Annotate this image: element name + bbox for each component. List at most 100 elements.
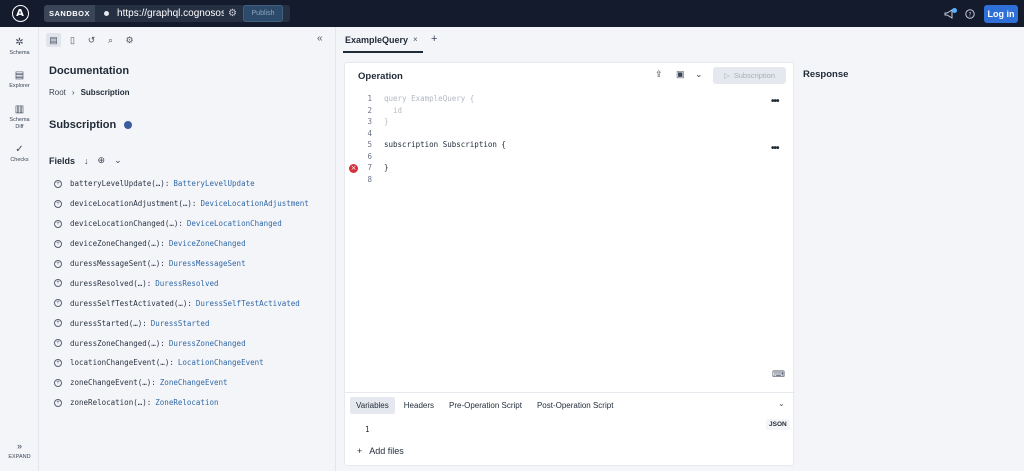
- field-item[interactable]: + locationChangeEvent(…): LocationChangeEv…: [54, 353, 334, 373]
- tab-pre-operation-script[interactable]: Pre-Operation Script: [443, 397, 528, 414]
- field-type[interactable]: DeviceLocationAdjustment: [200, 199, 308, 208]
- add-field-icon[interactable]: +: [54, 239, 62, 248]
- json-mode-badge[interactable]: JSON: [766, 419, 790, 430]
- schema-diff-icon: ▥: [14, 104, 25, 115]
- line-number: 4: [367, 128, 372, 138]
- chevron-down-icon[interactable]: ⌄: [695, 69, 703, 80]
- field-item[interactable]: + duressMessageSent(…): DuressMessageSent: [54, 254, 334, 274]
- add-field-icon[interactable]: +: [54, 339, 62, 348]
- expand-label: EXPAND: [8, 454, 31, 460]
- search-icon[interactable]: ⌕: [103, 33, 118, 47]
- field-type[interactable]: DuressStarted: [151, 319, 210, 328]
- editor-line: 5 subscription Subscription {: [345, 139, 795, 151]
- share-icon[interactable]: ⇪: [655, 69, 663, 80]
- field-type[interactable]: DeviceLocationChanged: [187, 219, 282, 228]
- add-tab-button[interactable]: +: [431, 33, 437, 45]
- field-type[interactable]: DuressSelfTestActivated: [196, 299, 300, 308]
- error-icon[interactable]: ×: [349, 164, 358, 173]
- tab-example-query[interactable]: ExampleQuery ×: [345, 35, 418, 45]
- field-item[interactable]: + duressStarted(…): DuressStarted: [54, 313, 334, 333]
- play-icon: ▷: [723, 71, 730, 80]
- code-text[interactable]: id: [372, 106, 402, 115]
- add-field-icon[interactable]: +: [54, 378, 62, 387]
- add-all-fields-icon[interactable]: ⊕: [98, 155, 106, 166]
- field-type[interactable]: DuressZoneChanged: [169, 339, 246, 348]
- docs-toolbar: ▤ ▯ ↺ ⌕ ⚙: [46, 33, 137, 47]
- save-icon[interactable]: ▣: [676, 69, 685, 80]
- docs-tab-icon[interactable]: ▤: [46, 33, 61, 47]
- history-icon[interactable]: ↺: [84, 33, 99, 47]
- line-number: 8: [367, 174, 372, 184]
- tab-variables[interactable]: Variables: [350, 397, 395, 414]
- code-editor[interactable]: 1 query ExampleQuery { 2 id 3} 4 5 subscri…: [345, 93, 795, 185]
- type-indicator-icon: [124, 121, 133, 129]
- chevron-down-icon[interactable]: ⌄: [114, 155, 122, 166]
- add-field-icon[interactable]: +: [54, 398, 62, 407]
- nav-schema-diff[interactable]: ▥ Schema Diff: [0, 104, 39, 131]
- expand-nav-button[interactable]: » EXPAND: [0, 441, 39, 460]
- add-field-icon[interactable]: +: [54, 199, 62, 208]
- field-type[interactable]: DuressMessageSent: [169, 259, 246, 268]
- field-type[interactable]: ZoneChangeEvent: [160, 378, 228, 387]
- endpoint-url-input[interactable]: https://graphql.cognosos: [117, 8, 224, 19]
- settings-icon[interactable]: ⚙: [122, 33, 137, 47]
- field-item[interactable]: + duressZoneChanged(…): DuressZoneChanged: [54, 333, 334, 353]
- collapse-panel-icon[interactable]: «: [317, 33, 323, 44]
- field-type[interactable]: ZoneRelocation: [155, 398, 218, 407]
- field-item[interactable]: + duressSelfTestActivated(…): DuressSelfTe…: [54, 293, 334, 313]
- schema-icon: ✲: [15, 37, 24, 48]
- field-type[interactable]: DuressResolved: [155, 279, 218, 288]
- add-field-icon[interactable]: +: [54, 319, 62, 328]
- run-subscription-button[interactable]: ▷ Subscription: [713, 67, 786, 84]
- bookmark-icon[interactable]: ▯: [65, 33, 80, 47]
- run-label: Subscription: [733, 71, 776, 80]
- nav-explorer[interactable]: ▤ Explorer: [0, 70, 39, 90]
- code-text[interactable]: query ExampleQuery {: [372, 94, 474, 103]
- field-item[interactable]: + deviceLocationAdjustment(…): DeviceLocat…: [54, 194, 334, 214]
- add-field-icon[interactable]: +: [54, 219, 62, 228]
- active-tab-indicator: [343, 51, 423, 53]
- field-item[interactable]: + zoneChangeEvent(…): ZoneChangeEvent: [54, 373, 334, 393]
- documentation-panel: ▤ ▯ ↺ ⌕ ⚙ « Documentation Root › Subscri…: [40, 27, 336, 471]
- collapse-variables-icon[interactable]: ⌄: [778, 399, 785, 408]
- editor-line: 7}: [345, 162, 795, 174]
- line-number: 5: [367, 140, 372, 150]
- field-item[interactable]: + zoneRelocation(…): ZoneRelocation: [54, 393, 334, 413]
- line-number: 6: [367, 151, 372, 161]
- add-field-icon[interactable]: +: [54, 179, 62, 188]
- add-field-icon[interactable]: +: [54, 358, 62, 367]
- breadcrumb-root[interactable]: Root: [49, 88, 66, 97]
- more-options-icon[interactable]: •••: [771, 96, 779, 107]
- sort-arrow-icon[interactable]: ↓: [84, 156, 89, 166]
- add-field-icon[interactable]: +: [54, 259, 62, 268]
- field-name: duressResolved(…):: [70, 278, 152, 288]
- add-field-icon[interactable]: +: [54, 299, 62, 308]
- field-item[interactable]: + batteryLevelUpdate(…): BatteryLevelUpdat…: [54, 174, 334, 194]
- tab-post-operation-script[interactable]: Post-Operation Script: [531, 397, 619, 414]
- more-options-icon[interactable]: •••: [771, 143, 779, 154]
- explorer-icon: ▤: [14, 70, 25, 81]
- publish-button[interactable]: Publish: [243, 5, 283, 22]
- tab-headers[interactable]: Headers: [398, 397, 440, 414]
- connection-status-icon: [104, 11, 110, 16]
- add-files-button[interactable]: + Add files: [357, 446, 404, 456]
- code-text[interactable]: }: [372, 117, 389, 126]
- apollo-logo[interactable]: A: [0, 0, 40, 27]
- field-type[interactable]: BatteryLevelUpdate: [173, 179, 254, 188]
- login-button[interactable]: Log in: [984, 5, 1018, 23]
- announcements-icon[interactable]: [942, 6, 957, 21]
- close-icon[interactable]: ×: [413, 35, 418, 45]
- prettify-icon[interactable]: ⌨: [772, 369, 785, 380]
- nav-checks[interactable]: ✓ Checks: [0, 144, 39, 164]
- help-icon[interactable]: ?: [962, 6, 977, 21]
- nav-schema[interactable]: ✲ Schema: [0, 37, 39, 57]
- field-item[interactable]: + duressResolved(…): DuressResolved: [54, 273, 334, 293]
- field-item[interactable]: + deviceLocationChanged(…): DeviceLocation…: [54, 214, 334, 234]
- add-field-icon[interactable]: +: [54, 279, 62, 288]
- field-item[interactable]: + deviceZoneChanged(…): DeviceZoneChanged: [54, 234, 334, 254]
- code-text[interactable]: subscription Subscription {: [372, 140, 506, 149]
- field-type[interactable]: LocationChangeEvent: [178, 358, 264, 367]
- field-type[interactable]: DeviceZoneChanged: [169, 239, 246, 248]
- connection-settings-icon[interactable]: ⚙: [228, 8, 242, 19]
- code-text[interactable]: }: [372, 163, 389, 172]
